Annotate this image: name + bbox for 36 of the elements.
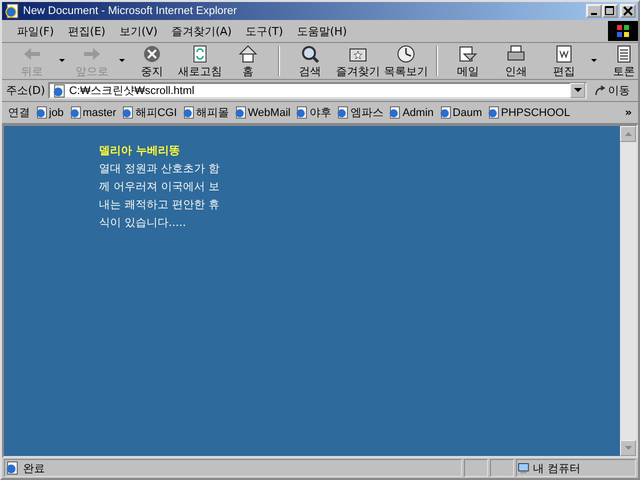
menu-item[interactable]: 보기(V) (114, 24, 163, 38)
link-button[interactable]: Admin (388, 106, 434, 119)
link-button[interactable]: job (35, 106, 64, 119)
toolbar-button[interactable]: 홈 (224, 44, 272, 78)
menu-item[interactable]: 도구(T) (240, 24, 288, 38)
link-button[interactable]: 해피CGI (121, 105, 177, 120)
toolbar-button[interactable]: 편집 (540, 44, 588, 78)
link-button[interactable]: WebMail (234, 106, 290, 119)
more-links-button[interactable]: » (624, 106, 632, 119)
link-button[interactable]: 엠파스 (336, 105, 384, 120)
address-label: 주소(D) (6, 83, 46, 98)
links-label: 연결 (8, 105, 30, 120)
menu-item[interactable]: 파일(F) (12, 24, 59, 38)
toolbar-button[interactable]: 새로고침 (176, 44, 224, 78)
address-field[interactable]: C:₩스크린샷₩scroll.html (48, 82, 587, 99)
content-paragraph: 열대 정원과 산호초가 함 께 어우러져 이국에서 보 내는 쾌적하고 편안한 휴 식이 있습니다..... (99, 161, 220, 231)
link-button[interactable]: Daum (438, 106, 482, 119)
link-button[interactable]: PHPSCHOOL (487, 106, 570, 119)
toolbar-button[interactable]: 즐겨찾기 (334, 44, 382, 78)
toolbar-button[interactable]: 검색 (286, 44, 334, 78)
menu-item[interactable]: 즐겨찾기(A) (166, 24, 237, 38)
go-button[interactable]: 이동 (590, 83, 634, 98)
menu-item[interactable]: 도움말(H) (292, 24, 352, 38)
toolbar-button[interactable]: 목록보기 (382, 44, 430, 78)
toolbar-button[interactable]: 인쇄 (492, 44, 540, 78)
toolbar-button[interactable]: 메일 (444, 44, 492, 78)
toolbar-button[interactable]: 중지 (128, 44, 176, 78)
content-title: 델리아 누베리똥 (99, 143, 181, 159)
window-title: New Document - Microsoft Internet Explorer (23, 5, 238, 17)
link-button[interactable]: 야후 (295, 105, 332, 120)
zone-text: 내 컴퓨터 (533, 460, 580, 476)
toolbar-button[interactable]: 토론 (600, 44, 638, 78)
link-button[interactable]: master (68, 106, 116, 119)
status-text: 완료 (23, 460, 45, 476)
menu-item[interactable]: 편집(E) (62, 24, 110, 38)
link-button[interactable]: 해피몰 (182, 105, 229, 120)
